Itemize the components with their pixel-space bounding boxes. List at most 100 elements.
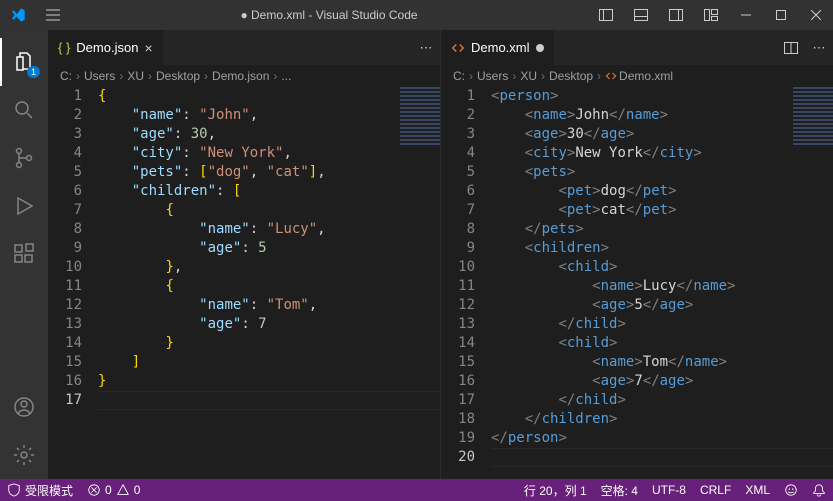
more-actions-icon[interactable]: ⋯: [412, 40, 440, 56]
code-line[interactable]: <pets>: [491, 163, 833, 182]
minimize-button[interactable]: [728, 0, 763, 30]
code-line[interactable]: }: [98, 334, 440, 353]
code-line[interactable]: </children>: [491, 410, 833, 429]
breadcrumb-segment[interactable]: Demo.json: [212, 69, 269, 83]
code-line[interactable]: "pets": ["dog", "cat"],: [98, 163, 440, 182]
breadcrumb-right[interactable]: C:›Users›XU›Desktop› Demo.xml: [441, 65, 833, 87]
code-line[interactable]: </pets>: [491, 220, 833, 239]
eol[interactable]: CRLF: [693, 479, 738, 501]
code-line[interactable]: "name": "John",: [98, 106, 440, 125]
notifications-icon[interactable]: [805, 479, 833, 501]
code-line[interactable]: </child>: [491, 391, 833, 410]
more-actions-icon[interactable]: ⋯: [805, 40, 833, 56]
code-line[interactable]: <children>: [491, 239, 833, 258]
code-line[interactable]: <name>Tom</name>: [491, 353, 833, 372]
close-button[interactable]: [798, 0, 833, 30]
run-debug-icon[interactable]: [0, 182, 48, 230]
breadcrumb-segment[interactable]: Demo.xml: [619, 69, 673, 83]
code-line[interactable]: [98, 391, 440, 410]
feedback-icon[interactable]: [777, 479, 805, 501]
code-line[interactable]: <name>Lucy</name>: [491, 277, 833, 296]
code-line[interactable]: <pet>cat</pet>: [491, 201, 833, 220]
maximize-button[interactable]: [763, 0, 798, 30]
breadcrumb-segment[interactable]: C:: [453, 69, 465, 83]
breadcrumb-segment[interactable]: C:: [60, 69, 72, 83]
window-title: ● Demo.xml - Visual Studio Code: [70, 8, 588, 22]
encoding[interactable]: UTF-8: [645, 479, 693, 501]
code-line[interactable]: <age>30</age>: [491, 125, 833, 144]
restricted-mode[interactable]: 受限模式: [0, 479, 80, 501]
customize-layout-icon[interactable]: [693, 0, 728, 30]
close-icon[interactable]: ×: [144, 40, 152, 56]
split-editor-icon[interactable]: [777, 40, 805, 56]
breadcrumb-segment[interactable]: XU: [127, 69, 144, 83]
breadcrumb-segment[interactable]: Desktop: [156, 69, 200, 83]
code-line[interactable]: {: [98, 201, 440, 220]
code-line[interactable]: <child>: [491, 334, 833, 353]
code-line[interactable]: "name": "Lucy",: [98, 220, 440, 239]
source-control-icon[interactable]: [0, 134, 48, 182]
cursor-position[interactable]: 行 20，列 1: [517, 479, 594, 501]
xml-file-icon: [451, 41, 465, 55]
breadcrumb-segment[interactable]: XU: [520, 69, 537, 83]
code-line[interactable]: <pet>dog</pet>: [491, 182, 833, 201]
code-line[interactable]: "age": 5: [98, 239, 440, 258]
toggle-panel-right-icon[interactable]: [658, 0, 693, 30]
code-line[interactable]: "age": 30,: [98, 125, 440, 144]
toggle-panel-bottom-icon[interactable]: [623, 0, 658, 30]
breadcrumb-segment[interactable]: Users: [477, 69, 508, 83]
status-bar: 受限模式 0 0 行 20，列 1 空格: 4 UTF-8 CRLF XML: [0, 479, 833, 501]
json-file-icon: { }: [58, 40, 70, 55]
code-editor-left[interactable]: 1234567891011121314151617 { "name": "Joh…: [48, 87, 440, 479]
search-icon[interactable]: [0, 86, 48, 134]
breadcrumb-segment[interactable]: ...: [281, 69, 291, 83]
code-line[interactable]: {: [98, 277, 440, 296]
toggle-panel-left-icon[interactable]: [588, 0, 623, 30]
code-line[interactable]: <child>: [491, 258, 833, 277]
code-line[interactable]: }: [98, 372, 440, 391]
accounts-icon[interactable]: [0, 383, 48, 431]
language-mode[interactable]: XML: [738, 479, 777, 501]
code-line[interactable]: <age>7</age>: [491, 372, 833, 391]
breadcrumb-left[interactable]: C:›Users›XU›Desktop›Demo.json›...: [48, 65, 440, 87]
tab-bar-left: { } Demo.json × ⋯: [48, 30, 440, 65]
layout-controls: [588, 0, 728, 30]
extensions-icon[interactable]: [0, 230, 48, 278]
tab-label: Demo.json: [76, 40, 138, 55]
code-line[interactable]: <person>: [491, 87, 833, 106]
minimap[interactable]: [793, 87, 833, 147]
breadcrumb-segment[interactable]: Desktop: [549, 69, 593, 83]
code-line[interactable]: <city>New York</city>: [491, 144, 833, 163]
code-line[interactable]: <name>John</name>: [491, 106, 833, 125]
tab-label: Demo.xml: [471, 40, 530, 55]
editor-pane-right: Demo.xml ⋯ C:›Users›XU›Desktop› Demo.xml…: [440, 30, 833, 479]
code-line[interactable]: ]: [98, 353, 440, 372]
window-controls: [728, 0, 833, 30]
code-line[interactable]: {: [98, 87, 440, 106]
indentation[interactable]: 空格: 4: [594, 479, 645, 501]
editor-area: { } Demo.json × ⋯ C:›Users›XU›Desktop›De…: [48, 30, 833, 479]
explorer-icon[interactable]: 1: [0, 38, 48, 86]
code-line[interactable]: "city": "New York",: [98, 144, 440, 163]
tab-demo-xml[interactable]: Demo.xml: [441, 30, 555, 65]
tab-bar-right: Demo.xml ⋯: [441, 30, 833, 65]
code-line[interactable]: <age>5</age>: [491, 296, 833, 315]
problems-status[interactable]: 0 0: [80, 479, 147, 501]
menu-button[interactable]: [35, 7, 70, 23]
title-bar: ● Demo.xml - Visual Studio Code: [0, 0, 833, 30]
code-line[interactable]: </child>: [491, 315, 833, 334]
code-line[interactable]: [491, 448, 833, 467]
settings-gear-icon[interactable]: [0, 431, 48, 479]
code-line[interactable]: },: [98, 258, 440, 277]
minimap[interactable]: [400, 87, 440, 147]
tab-demo-json[interactable]: { } Demo.json ×: [48, 30, 164, 65]
dirty-indicator-icon: [536, 44, 544, 52]
breadcrumb-segment[interactable]: Users: [84, 69, 115, 83]
editor-pane-left: { } Demo.json × ⋯ C:›Users›XU›Desktop›De…: [48, 30, 440, 479]
code-editor-right[interactable]: 1234567891011121314151617181920 <person>…: [441, 87, 833, 479]
code-line[interactable]: "children": [: [98, 182, 440, 201]
code-line[interactable]: "age": 7: [98, 315, 440, 334]
code-line[interactable]: "name": "Tom",: [98, 296, 440, 315]
code-line[interactable]: </person>: [491, 429, 833, 448]
activity-bar: 1: [0, 30, 48, 479]
